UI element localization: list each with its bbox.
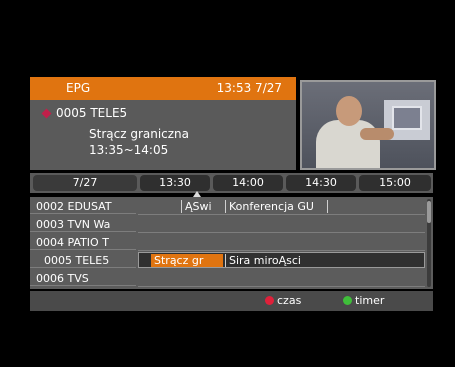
green-button-hint[interactable]: timer [343,294,384,308]
epg-grid: 0002 EDUSAT ĄSwi Konferencja GU 0003 TVN… [30,197,433,289]
current-channel: 0005 TELE5 [56,106,128,120]
channel-name[interactable]: 0004 PATIO T [30,235,136,250]
current-channel-icon [41,108,52,119]
clock: 13:53 7/27 [216,81,282,95]
timeline-slot: 14:00 [213,175,283,191]
epg-title: EPG [66,81,91,95]
event-lane: ĄSwi Konferencja GU [138,199,425,215]
channel-row[interactable]: 0003 TVN Wa [30,217,426,233]
channel-row[interactable]: 0002 EDUSAT ĄSwi Konferencja GU [30,199,426,215]
event-cell-selected[interactable]: Strącz gr [151,254,223,267]
red-button-hint[interactable]: czas [265,294,301,308]
event-lane [138,271,425,287]
red-button-icon [265,296,274,305]
timeline-date: 7/27 [33,175,137,191]
footer-bar: czas timer [30,291,433,311]
current-program-time: 13:35~14:05 [89,143,169,157]
epg-header: EPG 13:53 7/27 [30,77,296,100]
current-program-title: Strącz graniczna [89,127,190,141]
red-button-label: czas [277,294,302,307]
event-lane [138,217,425,233]
event-cell[interactable]: ĄSwi [181,200,224,213]
channel-row[interactable]: 0004 PATIO T [30,235,426,251]
channel-name[interactable]: 0005 TELE5 [30,253,136,268]
channel-row-selected[interactable]: 0005 TELE5 Strącz gr Sira miroĄsci [30,252,426,269]
scrollbar[interactable] [427,199,431,287]
channel-name[interactable]: 0006 TVS [30,271,136,286]
green-button-icon [343,296,352,305]
green-button-label: timer [355,294,385,307]
video-preview [300,80,436,170]
event-lane [138,235,425,251]
channel-row[interactable]: 0006 TVS [30,271,426,287]
event-lane: Strącz gr Sira miroĄsci [138,252,425,268]
timeline-bar: 7/27 13:30 14:00 14:30 15:00 [30,173,433,193]
event-cell[interactable]: Sira miroĄsci [225,254,345,267]
epg-window: EPG 13:53 7/27 0005 TELE5 Strącz granicz… [30,77,436,311]
channel-name[interactable]: 0002 EDUSAT [30,199,136,214]
timeline-slot: 15:00 [359,175,431,191]
program-info-panel: 0005 TELE5 Strącz graniczna 13:35~14:05 [30,100,296,170]
channel-name[interactable]: 0003 TVN Wa [30,217,136,232]
scrollbar-thumb[interactable] [427,201,431,223]
timeline-slot: 13:30 [140,175,210,191]
event-cell[interactable]: Konferencja GU [225,200,328,213]
timeline-slot: 14:30 [286,175,356,191]
